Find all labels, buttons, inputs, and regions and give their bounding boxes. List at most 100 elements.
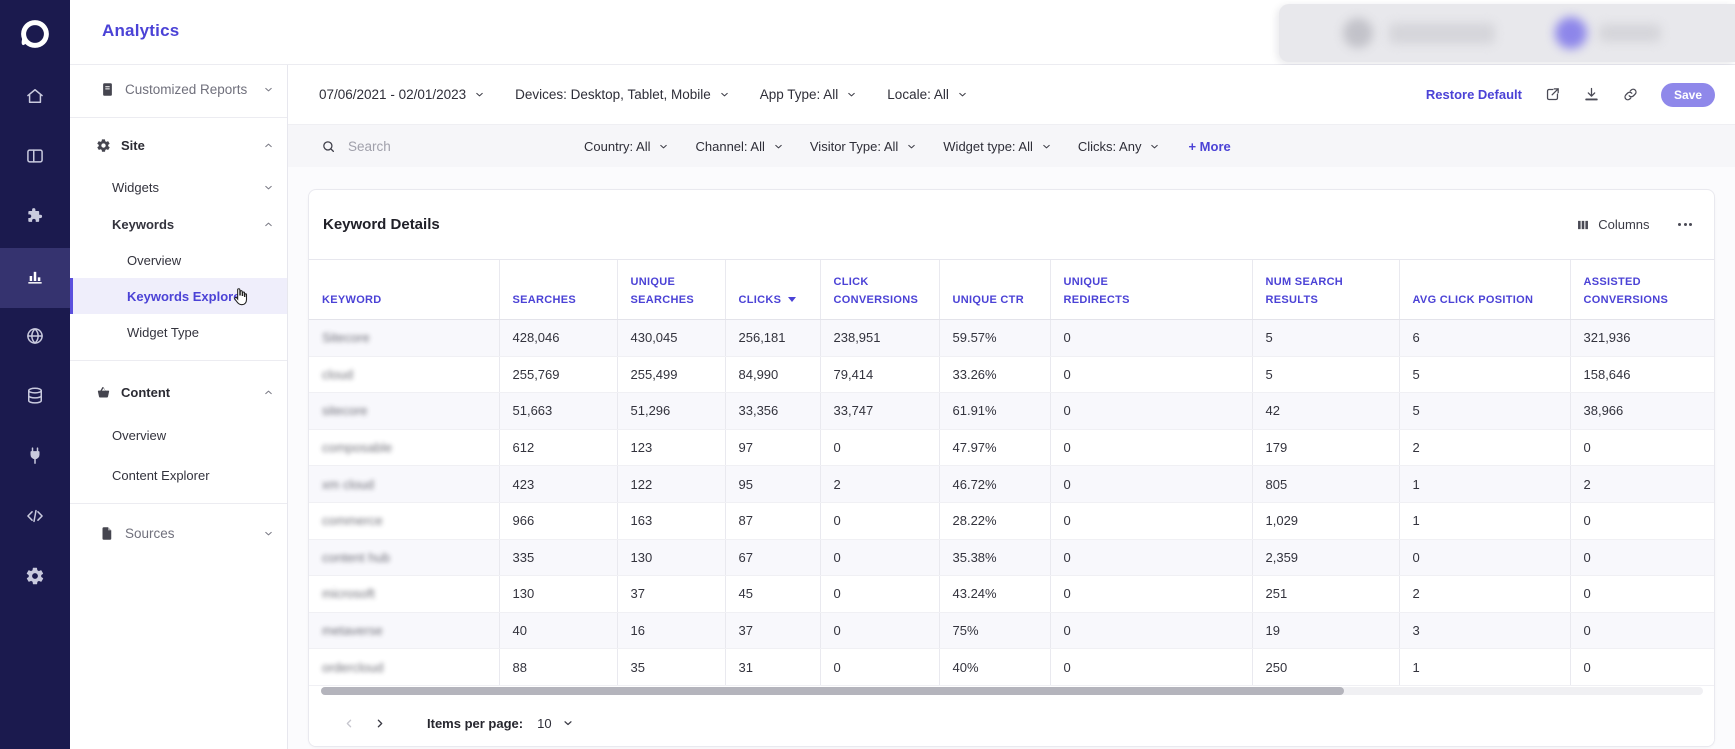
sidebar-item-widget-type[interactable]: Widget Type bbox=[70, 314, 287, 350]
sidebar-item-data[interactable] bbox=[0, 368, 70, 428]
sitecore-logo[interactable] bbox=[0, 0, 70, 68]
sidebar-item-widgets[interactable]: Widgets bbox=[70, 168, 287, 206]
share-icon bbox=[1544, 86, 1561, 103]
table-row[interactable]: sitecore 51,663 51,296 33,356 33,747 61.91% 0 4… bbox=[309, 392, 1714, 430]
metric-cell: 28.22% bbox=[938, 502, 1050, 540]
table-row[interactable]: cloud 255,769 255,499 84,990 79,414 33.26% 0 5 5… bbox=[309, 356, 1714, 394]
date-range-filter-label: 07/06/2021 - 02/01/2023 bbox=[319, 87, 467, 102]
share-button[interactable] bbox=[1544, 86, 1561, 103]
metric-cell: 40 bbox=[498, 612, 617, 650]
keyword-text-blurred: commerce bbox=[322, 513, 383, 529]
date-range-filter[interactable]: 07/06/2021 - 02/01/2023 bbox=[319, 87, 485, 102]
channel-filter[interactable]: Channel: All bbox=[695, 139, 783, 154]
keyword-cell: metaverse bbox=[309, 612, 499, 650]
items-per-page-value[interactable]: 10 bbox=[537, 716, 551, 731]
metric-cell: 256,181 bbox=[724, 319, 820, 357]
metric-cell: 0 bbox=[1569, 502, 1714, 540]
previous-page-button[interactable] bbox=[337, 711, 361, 735]
metric-cell: 61.91% bbox=[938, 392, 1050, 430]
chevron-down-icon bbox=[957, 89, 968, 100]
column-header-click-conversions[interactable]: CLICK CONVERSIONS bbox=[819, 259, 939, 320]
sidebar-item-customized-reports[interactable]: Customized Reports bbox=[70, 65, 287, 113]
sidebar-item-site[interactable]: Site bbox=[70, 122, 287, 168]
column-header-searches[interactable]: SEARCHES bbox=[498, 259, 617, 320]
items-per-page-chevron-down-icon[interactable] bbox=[562, 717, 574, 729]
header-line: UNIQUE CTR bbox=[952, 293, 1024, 306]
app-type-filter[interactable]: App Type: All bbox=[760, 87, 858, 102]
restore-default-link[interactable]: Restore Default bbox=[1426, 87, 1522, 102]
widget-type-filter[interactable]: Widget type: All bbox=[943, 139, 1052, 154]
chevron-down-icon bbox=[1149, 141, 1160, 152]
sidebar-item-extensions[interactable] bbox=[0, 188, 70, 248]
metric-cell: 95 bbox=[724, 465, 820, 503]
columns-button[interactable]: Columns bbox=[1576, 217, 1650, 232]
top-header: Analytics bbox=[70, 0, 1735, 65]
column-header-num-search-results[interactable]: NUM SEARCH RESULTS bbox=[1251, 259, 1399, 320]
metric-cell: 40% bbox=[938, 648, 1050, 686]
sidebar-item-label: Content bbox=[121, 384, 171, 400]
sidebar-item-analytics[interactable] bbox=[0, 248, 70, 308]
sitecore-logo-icon bbox=[21, 20, 49, 48]
table-row[interactable]: Sitecore 428,046 430,045 256,181 238,951 59.5… bbox=[309, 319, 1714, 357]
more-options-icon[interactable] bbox=[1674, 219, 1695, 230]
table-row[interactable]: metaverse 40 16 37 0 75% 0 19 3 0 bbox=[309, 612, 1714, 650]
sidebar-item-content[interactable]: Content bbox=[70, 369, 287, 415]
locale-filter-label: Locale: All bbox=[887, 87, 949, 102]
metric-cell: 158,646 bbox=[1569, 356, 1714, 394]
sidebar-item-content-overview[interactable]: Overview bbox=[70, 415, 287, 455]
clicks-filter[interactable]: Clicks: Any bbox=[1078, 139, 1161, 154]
next-page-button[interactable] bbox=[367, 711, 391, 735]
column-header-avg-click-position[interactable]: AVG CLICK POSITION bbox=[1398, 259, 1570, 320]
clicks-filter-label: Clicks: Any bbox=[1077, 138, 1142, 154]
report-toolbar: 07/06/2021 - 02/01/2023 Devices: Desktop,… bbox=[288, 65, 1735, 124]
devices-filter[interactable]: Devices: Desktop, Tablet, Mobile bbox=[515, 87, 730, 102]
gear-icon bbox=[25, 566, 45, 591]
sidebar-item-domains[interactable] bbox=[0, 308, 70, 368]
column-header-assisted-conversions[interactable]: ASSISTED CONVERSIONS bbox=[1569, 259, 1714, 320]
keyword-cell: cloud bbox=[309, 356, 499, 394]
search-input[interactable] bbox=[346, 137, 500, 155]
sidebar-item-content-explorer[interactable]: Content Explorer bbox=[70, 455, 287, 495]
sidebar-item-settings[interactable] bbox=[0, 548, 70, 608]
metric-cell: 1,029 bbox=[1251, 502, 1399, 540]
column-header-unique-ctr[interactable]: UNIQUE CTR bbox=[938, 259, 1050, 320]
sidebar-item-keywords-explorer[interactable]: Keywords Explorer bbox=[70, 278, 287, 314]
more-filters-link[interactable]: + More bbox=[1188, 139, 1230, 154]
column-header-unique-searches[interactable]: UNIQUE SEARCHES bbox=[616, 259, 725, 320]
header-line: CLICKS bbox=[739, 291, 808, 309]
table-row[interactable]: composable 612 123 97 0 47.97% 0 179 2 0 bbox=[309, 429, 1714, 467]
header-line: SEARCHES bbox=[630, 293, 695, 306]
metric-cell: 0 bbox=[1049, 465, 1252, 503]
sidebar-item-connectors[interactable] bbox=[0, 428, 70, 488]
sidebar-item-keywords-overview[interactable]: Overview bbox=[70, 242, 287, 278]
metric-cell: 97 bbox=[724, 429, 820, 467]
sidebar-item-keywords[interactable]: Keywords bbox=[70, 206, 287, 242]
metric-cell: 0 bbox=[1569, 539, 1714, 577]
column-header-clicks[interactable]: CLICKS bbox=[724, 259, 820, 320]
table-row[interactable]: ordercloud 88 35 31 0 40% 0 250 1 0 bbox=[309, 648, 1714, 686]
mouse-cursor-hand-icon bbox=[230, 287, 250, 307]
sidebar-item-sources[interactable]: Sources bbox=[70, 510, 287, 556]
column-header-unique-redirects[interactable]: UNIQUE REDIRECTS bbox=[1049, 259, 1252, 320]
table-row[interactable]: xm cloud 423 122 95 2 46.72% 0 805 1 2 bbox=[309, 465, 1714, 503]
scrollbar-thumb[interactable] bbox=[321, 687, 1344, 695]
link-button[interactable] bbox=[1622, 86, 1639, 103]
sidebar-item-label: Content Explorer bbox=[112, 467, 210, 483]
table-row[interactable]: microsoft 130 37 45 0 43.24% 0 251 2 0 bbox=[309, 575, 1714, 613]
sidebar-item-developer[interactable] bbox=[0, 488, 70, 548]
download-button[interactable] bbox=[1583, 86, 1600, 103]
save-button[interactable]: Save bbox=[1660, 82, 1715, 107]
sidebar-item-home[interactable] bbox=[0, 68, 70, 128]
bar-chart-icon bbox=[25, 266, 45, 291]
column-header-keyword[interactable]: KEYWORD bbox=[309, 259, 499, 320]
visitor-type-filter[interactable]: Visitor Type: All bbox=[810, 139, 917, 154]
country-filter[interactable]: Country: All bbox=[584, 139, 669, 154]
code-icon bbox=[25, 506, 45, 531]
metric-cell: 250 bbox=[1251, 648, 1399, 686]
metric-cell: 5 bbox=[1398, 392, 1570, 430]
keyword-cell: composable bbox=[309, 429, 499, 467]
table-row[interactable]: commerce 966 163 87 0 28.22% 0 1,029 1 0 bbox=[309, 502, 1714, 540]
sidebar-item-dashboard[interactable] bbox=[0, 128, 70, 188]
locale-filter[interactable]: Locale: All bbox=[887, 87, 968, 102]
table-row[interactable]: content hub 335 130 67 0 35.38% 0 2,359 0 0 bbox=[309, 539, 1714, 577]
